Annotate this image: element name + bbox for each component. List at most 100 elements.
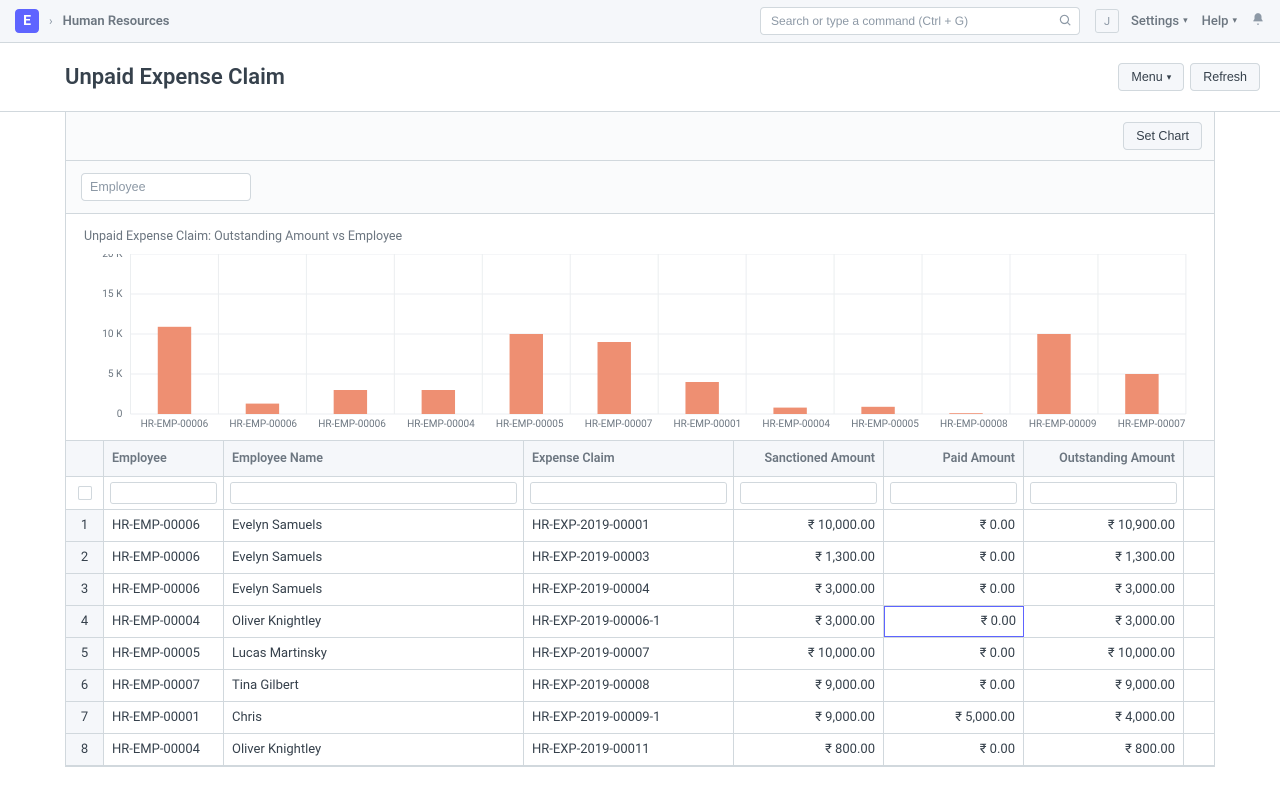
table-row[interactable]: 8HR-EMP-00004Oliver KnightleyHR-EXP-2019… <box>66 734 1214 766</box>
cell-outstanding[interactable]: ₹ 4,000.00 <box>1024 702 1184 733</box>
cell-employee[interactable]: HR-EMP-00005 <box>104 638 224 669</box>
cell-sanctioned[interactable]: ₹ 9,000.00 <box>734 670 884 701</box>
cell-sanctioned[interactable]: ₹ 1,300.00 <box>734 542 884 573</box>
employee-filter-input[interactable] <box>81 173 251 201</box>
row-index[interactable]: 4 <box>66 606 104 637</box>
cell-sanctioned[interactable]: ₹ 3,000.00 <box>734 574 884 605</box>
settings-menu[interactable]: Settings ▾ <box>1131 14 1188 29</box>
cell-sanctioned[interactable]: ₹ 3,000.00 <box>734 606 884 637</box>
header-expense-claim[interactable]: Expense Claim <box>524 441 734 476</box>
filter-employee-name[interactable] <box>230 482 517 504</box>
cell-expense-claim[interactable]: HR-EXP-2019-00001 <box>524 510 734 541</box>
table-filter-row <box>66 477 1214 510</box>
cell-employee-name[interactable]: Lucas Martinsky <box>224 638 524 669</box>
filter-paid[interactable] <box>890 482 1017 504</box>
cell-employee-name[interactable]: Tina Gilbert <box>224 670 524 701</box>
help-menu[interactable]: Help▾ <box>1202 14 1237 29</box>
menu-button[interactable]: Menu▾ <box>1118 63 1184 91</box>
cell-employee-name[interactable]: Chris <box>224 702 524 733</box>
cell-employee-name[interactable]: Oliver Knightley <box>224 734 524 765</box>
header-outstanding[interactable]: Outstanding Amount <box>1024 441 1184 476</box>
row-index[interactable]: 5 <box>66 638 104 669</box>
cell-outstanding[interactable]: ₹ 800.00 <box>1024 734 1184 765</box>
chart-x-labels: HR-EMP-00006HR-EMP-00006HR-EMP-00006HR-E… <box>84 419 1196 430</box>
cell-outstanding[interactable]: ₹ 10,900.00 <box>1024 510 1184 541</box>
bell-icon[interactable] <box>1251 12 1265 30</box>
cell-paid[interactable]: ₹ 0.00 <box>884 510 1024 541</box>
header-paid[interactable]: Paid Amount <box>884 441 1024 476</box>
cell-paid[interactable]: ₹ 0.00 <box>884 542 1024 573</box>
table-row[interactable]: 2HR-EMP-00006Evelyn SamuelsHR-EXP-2019-0… <box>66 542 1214 574</box>
cell-sanctioned[interactable]: ₹ 9,000.00 <box>734 702 884 733</box>
cell-sanctioned[interactable]: ₹ 10,000.00 <box>734 510 884 541</box>
chart-x-label: HR-EMP-00004 <box>752 419 841 430</box>
table-row[interactable]: 3HR-EMP-00006Evelyn SamuelsHR-EXP-2019-0… <box>66 574 1214 606</box>
cell-paid[interactable]: ₹ 0.00 <box>884 670 1024 701</box>
cell-employee-name[interactable]: Oliver Knightley <box>224 606 524 637</box>
app-logo[interactable]: E <box>15 9 39 33</box>
table-row[interactable]: 5HR-EMP-00005Lucas MartinskyHR-EXP-2019-… <box>66 638 1214 670</box>
filter-outstanding[interactable] <box>1030 482 1177 504</box>
cell-expense-claim[interactable]: HR-EXP-2019-00008 <box>524 670 734 701</box>
cell-outstanding[interactable]: ₹ 3,000.00 <box>1024 606 1184 637</box>
cell-expense-claim[interactable]: HR-EXP-2019-00011 <box>524 734 734 765</box>
row-index[interactable]: 1 <box>66 510 104 541</box>
cell-expense-claim[interactable]: HR-EXP-2019-00007 <box>524 638 734 669</box>
row-index[interactable]: 6 <box>66 670 104 701</box>
svg-text:20 K: 20 K <box>102 254 123 260</box>
filter-expense-claim[interactable] <box>530 482 727 504</box>
settings-label: Settings <box>1131 14 1179 29</box>
cell-employee-name[interactable]: Evelyn Samuels <box>224 510 524 541</box>
caret-down-icon: ▾ <box>1183 16 1188 26</box>
cell-outstanding[interactable]: ₹ 9,000.00 <box>1024 670 1184 701</box>
row-index[interactable]: 2 <box>66 542 104 573</box>
filter-sanctioned[interactable] <box>740 482 877 504</box>
cell-expense-claim[interactable]: HR-EXP-2019-00004 <box>524 574 734 605</box>
select-all-checkbox[interactable] <box>66 477 104 509</box>
header-sanctioned[interactable]: Sanctioned Amount <box>734 441 884 476</box>
caret-down-icon: ▾ <box>1232 16 1237 26</box>
search-input[interactable] <box>760 7 1080 35</box>
cell-employee[interactable]: HR-EMP-00004 <box>104 734 224 765</box>
cell-outstanding[interactable]: ₹ 10,000.00 <box>1024 638 1184 669</box>
row-index[interactable]: 7 <box>66 702 104 733</box>
cell-employee-name[interactable]: Evelyn Samuels <box>224 542 524 573</box>
chart-section: Unpaid Expense Claim: Outstanding Amount… <box>66 214 1214 441</box>
user-avatar[interactable]: J <box>1095 9 1119 33</box>
cell-paid[interactable]: ₹ 0.00 <box>884 638 1024 669</box>
cell-paid[interactable]: ₹ 0.00 <box>884 606 1024 637</box>
row-index[interactable]: 8 <box>66 734 104 765</box>
cell-expense-claim[interactable]: HR-EXP-2019-00009-1 <box>524 702 734 733</box>
refresh-button[interactable]: Refresh <box>1190 63 1260 91</box>
breadcrumb[interactable]: Human Resources <box>63 14 170 29</box>
header-employee-name[interactable]: Employee Name <box>224 441 524 476</box>
cell-paid[interactable]: ₹ 5,000.00 <box>884 702 1024 733</box>
cell-employee[interactable]: HR-EMP-00004 <box>104 606 224 637</box>
cell-paid[interactable]: ₹ 0.00 <box>884 734 1024 765</box>
cell-expense-claim[interactable]: HR-EXP-2019-00003 <box>524 542 734 573</box>
cell-outstanding[interactable]: ₹ 1,300.00 <box>1024 542 1184 573</box>
cell-employee[interactable]: HR-EMP-00001 <box>104 702 224 733</box>
cell-expense-claim[interactable]: HR-EXP-2019-00006-1 <box>524 606 734 637</box>
svg-text:5 K: 5 K <box>108 369 123 380</box>
cell-employee[interactable]: HR-EMP-00006 <box>104 574 224 605</box>
cell-paid[interactable]: ₹ 0.00 <box>884 574 1024 605</box>
table-row[interactable]: 7HR-EMP-00001ChrisHR-EXP-2019-00009-1₹ 9… <box>66 702 1214 734</box>
cell-outstanding[interactable]: ₹ 3,000.00 <box>1024 574 1184 605</box>
cell-employee[interactable]: HR-EMP-00007 <box>104 670 224 701</box>
set-chart-button[interactable]: Set Chart <box>1123 122 1202 150</box>
filter-employee[interactable] <box>110 482 217 504</box>
table-row[interactable]: 6HR-EMP-00007Tina GilbertHR-EXP-2019-000… <box>66 670 1214 702</box>
table-row[interactable]: 1HR-EMP-00006Evelyn SamuelsHR-EXP-2019-0… <box>66 510 1214 542</box>
header-employee[interactable]: Employee <box>104 441 224 476</box>
cell-employee-name[interactable]: Evelyn Samuels <box>224 574 524 605</box>
row-index[interactable]: 3 <box>66 574 104 605</box>
chart-x-label: HR-EMP-00005 <box>841 419 930 430</box>
data-table: Employee Employee Name Expense Claim San… <box>66 441 1214 766</box>
cell-employee[interactable]: HR-EMP-00006 <box>104 542 224 573</box>
table-header: Employee Employee Name Expense Claim San… <box>66 441 1214 477</box>
cell-sanctioned[interactable]: ₹ 10,000.00 <box>734 638 884 669</box>
cell-sanctioned[interactable]: ₹ 800.00 <box>734 734 884 765</box>
cell-employee[interactable]: HR-EMP-00006 <box>104 510 224 541</box>
table-row[interactable]: 4HR-EMP-00004Oliver KnightleyHR-EXP-2019… <box>66 606 1214 638</box>
